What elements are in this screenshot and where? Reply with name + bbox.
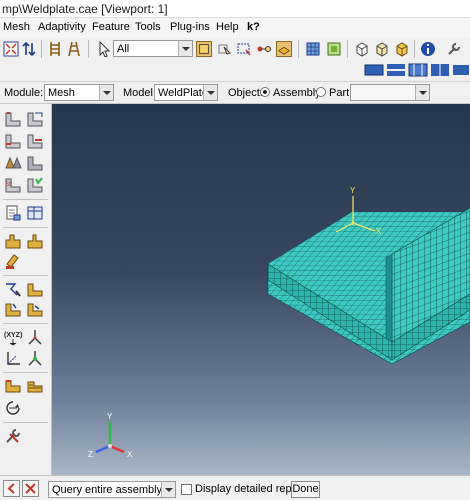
part-radio-label: Part:	[329, 87, 353, 99]
blue-view-2-icon[interactable]	[386, 62, 406, 78]
chevron-down-icon[interactable]	[415, 85, 429, 100]
stack-icon[interactable]	[26, 377, 44, 395]
blue-view-5-icon[interactable]	[452, 62, 470, 78]
tools-icon[interactable]	[4, 427, 22, 445]
cursor-icon[interactable]	[96, 41, 112, 57]
refine-icon[interactable]	[4, 377, 22, 395]
drag-icon[interactable]	[256, 41, 272, 57]
cancel-button[interactable]	[22, 480, 39, 497]
detailed-report-checkbox[interactable]	[181, 484, 192, 495]
assign-orientation-icon[interactable]	[26, 349, 44, 367]
verify-icon[interactable]	[4, 204, 22, 222]
query-type-select[interactable]: Query entire assembly	[48, 481, 176, 498]
toolbar: All	[0, 38, 470, 82]
module-select[interactable]: Mesh	[44, 84, 114, 101]
selection-filter-value: All	[117, 43, 130, 55]
mesh-highlight-icon[interactable]	[276, 41, 292, 57]
blue-view-4-icon[interactable]	[430, 62, 450, 78]
module-label: Module:	[4, 87, 44, 99]
model-select[interactable]: WeldPlate	[154, 84, 218, 101]
node-triad-icon[interactable]	[26, 328, 44, 346]
chevron-down-icon[interactable]	[99, 85, 113, 100]
iso-cube-icon[interactable]	[394, 41, 410, 57]
window-title: mp\Weldplate.cae [Viewport: 1]	[2, 2, 168, 16]
adaptivity-icon[interactable]	[4, 399, 22, 417]
menu-feature[interactable]: Feature	[92, 21, 130, 33]
menu-bar: Mesh Adaptivity Feature Tools Plug-ins H…	[0, 18, 470, 38]
virtual-topology-icon[interactable]	[4, 252, 22, 270]
partition-icon[interactable]	[4, 232, 22, 250]
seed-by-number-icon[interactable]	[4, 132, 22, 150]
view-triad	[95, 422, 125, 454]
menu-tools[interactable]: Tools	[135, 21, 161, 33]
title-bar: mp\Weldplate.cae [Viewport: 1]	[0, 0, 470, 18]
model-value: WeldPlate	[158, 87, 208, 99]
select-box-icon[interactable]	[196, 41, 212, 57]
part-select[interactable]	[350, 84, 430, 101]
mesh-controls-icon[interactable]	[4, 154, 22, 172]
viewport[interactable]: Y X Y X Z	[52, 104, 470, 475]
seed-edge-icon[interactable]	[26, 110, 44, 128]
query-type-value: Query entire assembly	[52, 484, 163, 496]
ladder-2-icon[interactable]	[66, 41, 82, 57]
select-tool-icon[interactable]	[216, 41, 232, 57]
menu-adaptivity[interactable]: Adaptivity	[38, 21, 86, 33]
detailed-report-label: Display detailed report	[195, 483, 305, 495]
prompt-area: Query entire assembly Display detailed r…	[0, 475, 470, 500]
context-bar: Module: Mesh Model: WeldPlate Object: As…	[0, 82, 470, 104]
arrow-left-icon	[7, 483, 15, 494]
mesh-icon[interactable]	[326, 41, 342, 57]
wrench-icon[interactable]	[446, 41, 462, 57]
blue-view-icon[interactable]	[364, 62, 384, 78]
xyz-icon[interactable]: (XYZ)	[4, 328, 22, 346]
chevron-down-icon[interactable]	[178, 41, 192, 56]
assembly-radio[interactable]	[260, 87, 270, 97]
module-toolbox: Stt (XYZ)	[0, 104, 52, 475]
model-label: Model:	[123, 87, 157, 99]
fit-view-icon[interactable]	[3, 41, 19, 57]
back-button[interactable]	[3, 480, 20, 497]
seed-bias-icon[interactable]	[26, 132, 44, 150]
mesh-part-icon[interactable]: Stt	[4, 176, 22, 194]
seed-part-icon[interactable]	[4, 110, 22, 128]
box-select-icon[interactable]	[236, 41, 252, 57]
create-node-icon[interactable]	[4, 300, 22, 318]
query-icon[interactable]	[26, 204, 44, 222]
module-value: Mesh	[48, 87, 75, 99]
menu-whats-this[interactable]: k?	[247, 21, 260, 33]
shaded-cube-icon[interactable]	[354, 41, 370, 57]
arrows-icon[interactable]	[21, 41, 37, 57]
render-icon[interactable]	[305, 41, 321, 57]
menu-help[interactable]: Help	[216, 21, 239, 33]
menu-plugins[interactable]: Plug-ins	[170, 21, 210, 33]
ladder-icon[interactable]	[47, 41, 63, 57]
info-icon[interactable]	[420, 41, 436, 57]
wire-cube-icon[interactable]	[374, 41, 390, 57]
selection-filter-select[interactable]: All	[113, 40, 193, 57]
triad-x-label: X	[127, 450, 133, 459]
datum-csys-icon[interactable]	[4, 349, 22, 367]
blue-view-3-icon[interactable]	[408, 62, 428, 78]
done-button[interactable]: Done	[291, 481, 320, 498]
mesh-region-icon[interactable]	[26, 176, 44, 194]
create-set-icon[interactable]	[26, 280, 44, 298]
close-icon	[25, 483, 36, 494]
element-type-icon[interactable]	[26, 154, 44, 172]
triad-z-label: Z	[88, 450, 93, 459]
svg-text:Stt: Stt	[5, 182, 13, 188]
chevron-down-icon[interactable]	[203, 85, 217, 100]
svg-text:(XYZ): (XYZ)	[4, 332, 22, 339]
local-axis-y-label: Y	[350, 186, 356, 195]
triad-y-label: Y	[107, 412, 113, 421]
assembly-radio-label: Assembly	[273, 87, 321, 99]
menu-mesh[interactable]: Mesh	[3, 21, 30, 33]
part-radio[interactable]	[316, 87, 326, 97]
chevron-down-icon[interactable]	[161, 482, 175, 497]
offset-mesh-icon[interactable]	[26, 300, 44, 318]
local-axis-x-label: X	[376, 227, 382, 236]
model-canvas: Y X Y X Z	[88, 186, 470, 459]
edit-mesh-icon[interactable]	[4, 280, 22, 298]
object-label: Object:	[228, 87, 263, 99]
partition-face-icon[interactable]	[26, 232, 44, 250]
